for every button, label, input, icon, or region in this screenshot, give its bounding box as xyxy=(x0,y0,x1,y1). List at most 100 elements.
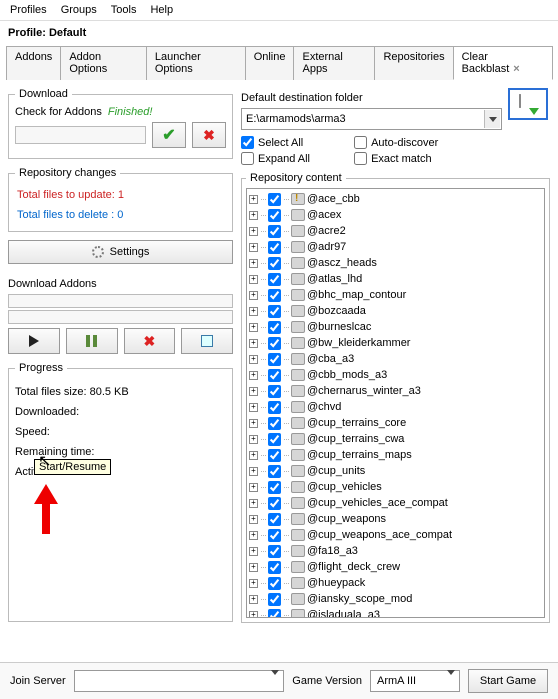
tree-checkbox[interactable] xyxy=(268,513,281,526)
expand-icon[interactable]: + xyxy=(249,259,258,268)
tree-item[interactable]: +······@cup_terrains_cwa xyxy=(249,431,542,447)
tree-checkbox[interactable] xyxy=(268,497,281,510)
tab-close-icon[interactable]: × xyxy=(513,63,519,75)
tree-checkbox[interactable] xyxy=(268,609,281,619)
expand-all-checkbox[interactable] xyxy=(241,152,254,165)
tree-item[interactable]: +······@ace_cbb xyxy=(249,191,542,207)
expand-icon[interactable]: + xyxy=(249,547,258,556)
tree-checkbox[interactable] xyxy=(268,193,281,206)
tree-checkbox[interactable] xyxy=(268,209,281,222)
tree-item[interactable]: +······@cup_vehicles_ace_compat xyxy=(249,495,542,511)
expand-icon[interactable]: + xyxy=(249,323,258,332)
expand-icon[interactable]: + xyxy=(249,419,258,428)
start-resume-button[interactable] xyxy=(8,328,60,354)
tree-item[interactable]: +······@cup_weapons_ace_compat xyxy=(249,527,542,543)
auto-discover-checkbox[interactable] xyxy=(354,136,367,149)
expand-icon[interactable]: + xyxy=(249,307,258,316)
tree-item[interactable]: +······@chvd xyxy=(249,399,542,415)
tree-checkbox[interactable] xyxy=(268,305,281,318)
menu-help[interactable]: Help xyxy=(144,2,179,18)
tree-checkbox[interactable] xyxy=(268,289,281,302)
tree-item[interactable]: +······@cba_a3 xyxy=(249,351,542,367)
tree-item[interactable]: +······@burneslcac xyxy=(249,319,542,335)
tab-clear-backblast[interactable]: Clear Backblast× xyxy=(453,46,553,80)
tree-checkbox[interactable] xyxy=(268,369,281,382)
dest-folder-dropdown[interactable] xyxy=(484,110,500,128)
expand-icon[interactable]: + xyxy=(249,355,258,364)
expand-icon[interactable]: + xyxy=(249,595,258,604)
tree-checkbox[interactable] xyxy=(268,257,281,270)
tree-checkbox[interactable] xyxy=(268,273,281,286)
tree-checkbox[interactable] xyxy=(268,561,281,574)
tree-checkbox[interactable] xyxy=(268,337,281,350)
expand-icon[interactable]: + xyxy=(249,227,258,236)
repo-tree[interactable]: +······@ace_cbb+······@acex+······@acre2… xyxy=(246,188,545,618)
check-cancel-button[interactable]: ✖ xyxy=(192,122,226,148)
check-accept-button[interactable]: ✔ xyxy=(152,122,186,148)
expand-icon[interactable]: + xyxy=(249,211,258,220)
expand-icon[interactable]: + xyxy=(249,451,258,460)
tree-checkbox[interactable] xyxy=(268,417,281,430)
tree-checkbox[interactable] xyxy=(268,241,281,254)
tree-checkbox[interactable] xyxy=(268,321,281,334)
tree-item[interactable]: +······@cup_terrains_maps xyxy=(249,447,542,463)
tree-item[interactable]: +······@cup_units xyxy=(249,463,542,479)
start-game-button[interactable]: Start Game xyxy=(468,669,548,693)
expand-icon[interactable]: + xyxy=(249,435,258,444)
tree-item[interactable]: +······@bhc_map_contour xyxy=(249,287,542,303)
expand-icon[interactable]: + xyxy=(249,611,258,619)
tab-addons[interactable]: Addons xyxy=(6,46,61,80)
expand-icon[interactable]: + xyxy=(249,275,258,284)
tree-item[interactable]: +······@fa18_a3 xyxy=(249,543,542,559)
tree-checkbox[interactable] xyxy=(268,433,281,446)
tree-item[interactable]: +······@adr97 xyxy=(249,239,542,255)
tree-item[interactable]: +······@cup_terrains_core xyxy=(249,415,542,431)
tree-item[interactable]: +······@cup_weapons xyxy=(249,511,542,527)
tree-checkbox[interactable] xyxy=(268,225,281,238)
select-all-option[interactable]: Select All xyxy=(241,136,351,149)
sync-repo-button[interactable] xyxy=(508,88,548,120)
tree-item[interactable]: +······@cup_vehicles xyxy=(249,479,542,495)
auto-discover-option[interactable]: Auto-discover xyxy=(354,136,464,149)
report-button[interactable] xyxy=(181,328,233,354)
tree-item[interactable]: +······@chernarus_winter_a3 xyxy=(249,383,542,399)
expand-icon[interactable]: + xyxy=(249,195,258,204)
settings-button[interactable]: Settings xyxy=(8,240,233,264)
tree-checkbox[interactable] xyxy=(268,545,281,558)
exact-match-option[interactable]: Exact match xyxy=(354,152,464,165)
expand-icon[interactable]: + xyxy=(249,579,258,588)
tree-item[interactable]: +······@bw_kleiderkammer xyxy=(249,335,542,351)
tab-addon-options[interactable]: Addon Options xyxy=(60,46,147,80)
menu-groups[interactable]: Groups xyxy=(55,2,103,18)
join-server-combo[interactable] xyxy=(74,670,285,692)
expand-icon[interactable]: + xyxy=(249,515,258,524)
tree-item[interactable]: +······@isladuala_a3 xyxy=(249,607,542,618)
tree-item[interactable]: +······@cbb_mods_a3 xyxy=(249,367,542,383)
tree-item[interactable]: +······@acex xyxy=(249,207,542,223)
game-version-combo[interactable]: ArmA III xyxy=(370,670,460,692)
tree-checkbox[interactable] xyxy=(268,449,281,462)
tab-repositories[interactable]: Repositories xyxy=(374,46,453,80)
expand-icon[interactable]: + xyxy=(249,339,258,348)
tree-item[interactable]: +······@iansky_scope_mod xyxy=(249,591,542,607)
expand-icon[interactable]: + xyxy=(249,387,258,396)
expand-icon[interactable]: + xyxy=(249,467,258,476)
tree-item[interactable]: +······@atlas_lhd xyxy=(249,271,542,287)
expand-icon[interactable]: + xyxy=(249,291,258,300)
expand-icon[interactable]: + xyxy=(249,563,258,572)
tree-checkbox[interactable] xyxy=(268,401,281,414)
tree-item[interactable]: +······@flight_deck_crew xyxy=(249,559,542,575)
tree-checkbox[interactable] xyxy=(268,577,281,590)
expand-icon[interactable]: + xyxy=(249,483,258,492)
tree-checkbox[interactable] xyxy=(268,385,281,398)
expand-icon[interactable]: + xyxy=(249,243,258,252)
tree-checkbox[interactable] xyxy=(268,481,281,494)
pause-button[interactable] xyxy=(66,328,118,354)
tree-checkbox[interactable] xyxy=(268,353,281,366)
exact-match-checkbox[interactable] xyxy=(354,152,367,165)
tree-checkbox[interactable] xyxy=(268,529,281,542)
expand-icon[interactable]: + xyxy=(249,499,258,508)
expand-icon[interactable]: + xyxy=(249,531,258,540)
dest-folder-input[interactable] xyxy=(241,108,502,130)
tree-checkbox[interactable] xyxy=(268,465,281,478)
